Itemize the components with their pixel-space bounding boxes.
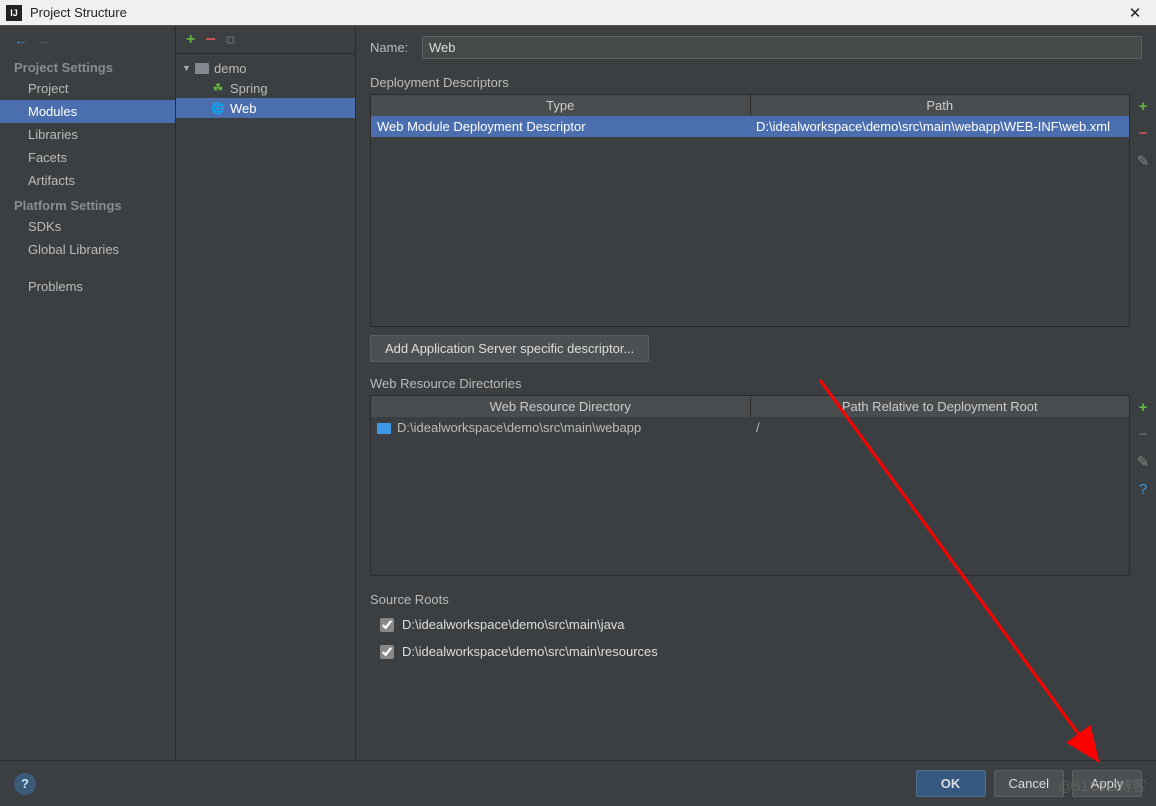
sidebar-item-facets[interactable]: Facets <box>0 146 175 169</box>
sidebar-item-global-libraries[interactable]: Global Libraries <box>0 238 175 261</box>
ok-button[interactable]: OK <box>916 770 986 797</box>
sidebar-item-problems[interactable]: Problems <box>0 275 175 298</box>
apply-button[interactable]: Apply <box>1072 770 1142 797</box>
webres-remove-icon[interactable]: − <box>1139 426 1148 443</box>
forward-icon[interactable]: → <box>36 32 50 48</box>
add-descriptor-button[interactable]: Add Application Server specific descript… <box>370 335 649 362</box>
deploy-edit-icon[interactable]: ✎ <box>1137 152 1150 170</box>
name-input[interactable] <box>422 36 1142 59</box>
nav-arrows: ← → <box>0 26 175 54</box>
dialog-footer: ? OK Cancel Apply <box>0 760 1156 806</box>
tree-root-label: demo <box>214 61 247 76</box>
webres-edit-icon[interactable]: ✎ <box>1137 453 1150 471</box>
remove-icon[interactable]: − <box>205 29 216 50</box>
section-platform-settings: Platform Settings <box>0 192 175 215</box>
col-webres-dir: Web Resource Directory <box>371 396 751 417</box>
app-icon: IJ <box>6 5 22 21</box>
title-bar: IJ Project Structure ✕ <box>0 0 1156 26</box>
col-path: Path <box>751 95 1130 116</box>
help-icon[interactable]: ? <box>14 773 36 795</box>
module-tree-panel: + − ⧉ ▼ demo ☘Spring🌐Web <box>176 26 356 760</box>
sidebar-item-sdks[interactable]: SDKs <box>0 215 175 238</box>
deploy-table[interactable]: Type Path Web Module Deployment Descript… <box>370 94 1130 327</box>
facet-content: Name: Deployment Descriptors Type Path W… <box>356 26 1156 760</box>
sidebar-item-modules[interactable]: Modules <box>0 100 175 123</box>
close-icon[interactable]: ✕ <box>1120 4 1150 22</box>
web-icon: 🌐 <box>211 102 225 115</box>
webres-help-icon[interactable]: ? <box>1139 481 1147 498</box>
deploy-row[interactable]: Web Module Deployment DescriptorD:\ideal… <box>371 116 1129 137</box>
module-tree: ▼ demo ☘Spring🌐Web <box>176 54 355 118</box>
deploy-descriptors-label: Deployment Descriptors <box>370 75 1156 90</box>
cancel-button[interactable]: Cancel <box>994 770 1064 797</box>
sidebar-item-libraries[interactable]: Libraries <box>0 123 175 146</box>
webres-add-icon[interactable]: + <box>1139 399 1148 416</box>
copy-icon[interactable]: ⧉ <box>226 32 235 48</box>
deploy-remove-icon[interactable]: − <box>1139 125 1148 142</box>
window-title: Project Structure <box>30 5 1120 20</box>
folder-icon <box>195 63 209 74</box>
add-icon[interactable]: + <box>186 31 195 49</box>
name-label: Name: <box>370 40 422 55</box>
webres-table[interactable]: Web Resource Directory Path Relative to … <box>370 395 1130 576</box>
source-roots-label: Source Roots <box>370 592 1156 607</box>
section-project-settings: Project Settings <box>0 54 175 77</box>
deploy-add-icon[interactable]: + <box>1139 98 1148 115</box>
source-root-row: D:\idealworkspace\demo\src\main\resource… <box>370 638 1156 665</box>
source-root-checkbox[interactable] <box>380 618 394 632</box>
tree-root[interactable]: ▼ demo <box>176 58 355 78</box>
col-type: Type <box>371 95 751 116</box>
tree-toolbar: + − ⧉ <box>176 26 355 54</box>
spring-icon: ☘ <box>213 81 224 95</box>
folder-icon <box>377 423 391 434</box>
back-icon[interactable]: ← <box>14 32 28 48</box>
tree-node-web[interactable]: 🌐Web <box>176 98 355 118</box>
col-webres-path: Path Relative to Deployment Root <box>751 396 1130 417</box>
sidebar-item-artifacts[interactable]: Artifacts <box>0 169 175 192</box>
tree-node-spring[interactable]: ☘Spring <box>176 78 355 98</box>
source-root-checkbox[interactable] <box>380 645 394 659</box>
webres-label: Web Resource Directories <box>370 376 1156 391</box>
sidebar-item-project[interactable]: Project <box>0 77 175 100</box>
source-root-row: D:\idealworkspace\demo\src\main\java <box>370 611 1156 638</box>
settings-sidebar: ← → Project Settings ProjectModulesLibra… <box>0 26 176 760</box>
webres-row[interactable]: D:\idealworkspace\demo\src\main\webapp/ <box>371 417 1129 438</box>
